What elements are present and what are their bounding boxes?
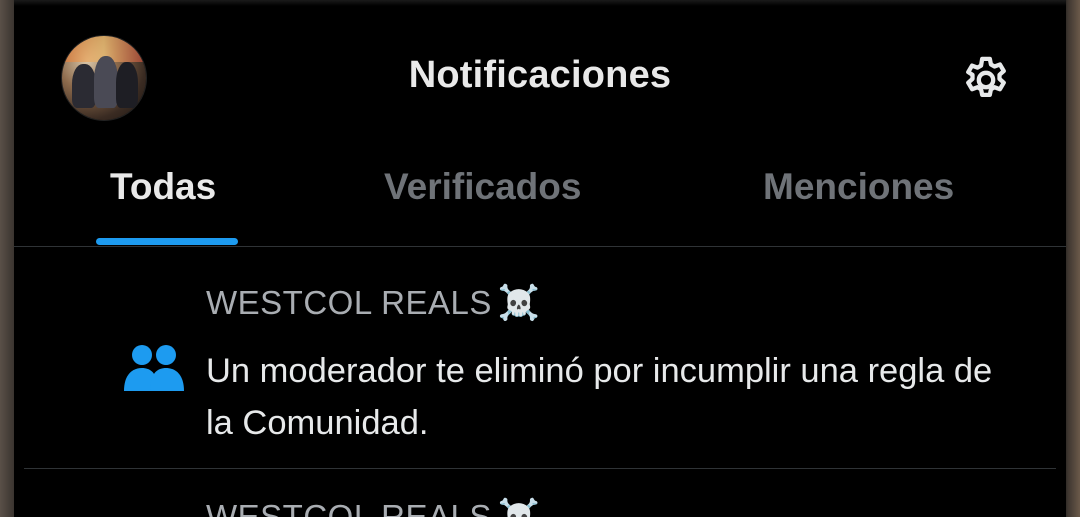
skull-icon: ☠️ <box>497 284 541 322</box>
tab-todas[interactable]: Todas <box>110 166 216 208</box>
community-name-text: WESTCOL REALS <box>206 498 492 517</box>
notification-item[interactable]: WESTCOL REALS ☠️ <box>14 469 1066 517</box>
settings-button[interactable] <box>958 52 1014 108</box>
community-name: WESTCOL REALS ☠️ <box>206 497 541 517</box>
skull-icon: ☠️ <box>497 498 541 517</box>
community-name: WESTCOL REALS ☠️ <box>206 283 541 323</box>
page-title: Notificaciones <box>408 54 672 96</box>
notification-message: Un moderador te eliminó por incumplir un… <box>206 352 993 442</box>
gear-icon <box>966 56 1006 97</box>
tab-verificados[interactable]: Verificados <box>384 166 581 208</box>
notifications-screen: Notificaciones Todas Verificados Mencion… <box>14 0 1066 517</box>
tab-bar: Todas Verificados Menciones <box>14 150 1066 246</box>
notification-item[interactable]: WESTCOL REALS ☠️ Un moderador te eliminó … <box>14 247 1066 468</box>
tab-menciones[interactable]: Menciones <box>763 166 954 208</box>
top-bar: Notificaciones <box>14 0 1066 150</box>
active-tab-indicator <box>96 238 238 245</box>
community-icon <box>124 345 184 391</box>
community-name-text: WESTCOL REALS <box>206 284 492 321</box>
